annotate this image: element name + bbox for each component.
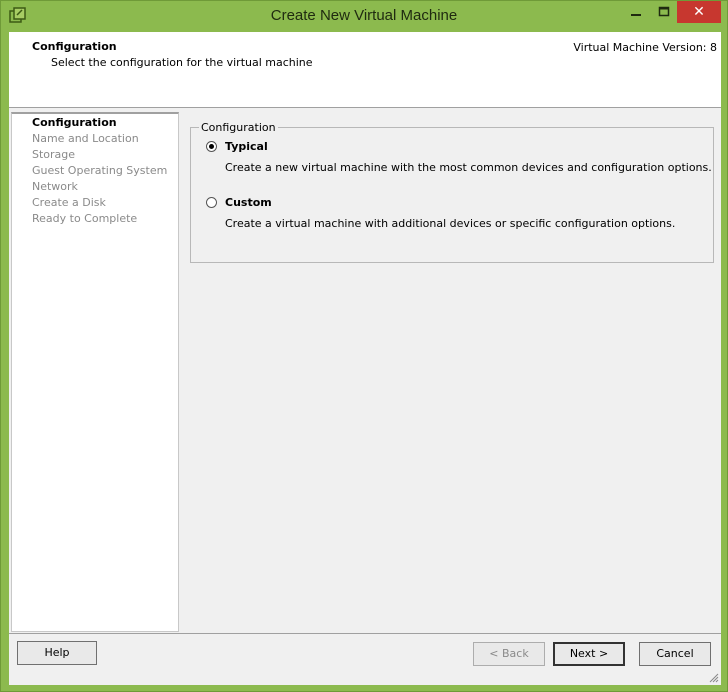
custom-label[interactable]: Custom xyxy=(225,196,272,209)
vm-version-label: Virtual Machine Version: 8 xyxy=(573,41,717,54)
minimize-icon xyxy=(631,14,641,16)
step-ready-to-complete: Ready to Complete xyxy=(32,212,138,225)
wizard-body: Configuration Select the configuration f… xyxy=(9,32,721,685)
typical-radio[interactable] xyxy=(206,141,217,152)
wizard-window: Create New Virtual Machine ✕ Configurati… xyxy=(0,0,728,692)
next-button[interactable]: Next > xyxy=(553,642,625,666)
minimize-button[interactable] xyxy=(623,1,649,23)
page-subtitle: Select the configuration for the virtual… xyxy=(51,56,313,69)
step-storage: Storage xyxy=(32,148,76,161)
step-guest-os: Guest Operating System xyxy=(32,164,168,177)
cancel-button[interactable]: Cancel xyxy=(639,642,711,666)
maximize-icon xyxy=(658,6,670,17)
wizard-steps-panel: Configuration Name and Location Storage … xyxy=(11,112,179,632)
step-create-disk: Create a Disk xyxy=(32,196,106,209)
configuration-group xyxy=(190,127,714,263)
help-button[interactable]: Help xyxy=(17,641,97,665)
window-title: Create New Virtual Machine xyxy=(270,7,458,24)
close-icon: ✕ xyxy=(693,4,705,20)
step-name-and-location: Name and Location xyxy=(32,132,139,145)
footer-divider xyxy=(9,633,721,634)
typical-description: Create a new virtual machine with the mo… xyxy=(225,161,712,174)
wizard-header: Configuration Select the configuration f… xyxy=(9,32,721,108)
typical-label[interactable]: Typical xyxy=(225,140,268,153)
close-button[interactable]: ✕ xyxy=(677,1,721,23)
configuration-group-legend: Configuration xyxy=(199,121,278,134)
resize-grip-icon[interactable] xyxy=(709,673,719,683)
title-bar[interactable]: Create New Virtual Machine ✕ xyxy=(1,1,727,32)
custom-radio[interactable] xyxy=(206,197,217,208)
custom-description: Create a virtual machine with additional… xyxy=(225,217,676,230)
page-title: Configuration xyxy=(32,40,117,53)
maximize-button[interactable] xyxy=(651,1,677,23)
step-network: Network xyxy=(32,180,78,193)
back-button[interactable]: < Back xyxy=(473,642,545,666)
step-configuration[interactable]: Configuration xyxy=(32,116,117,129)
